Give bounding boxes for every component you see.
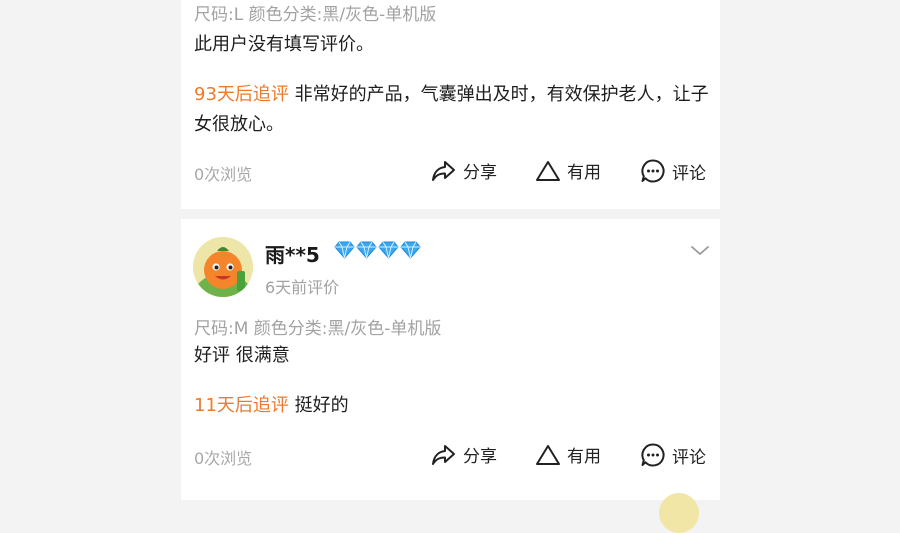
sku-info: 尺码:L 颜色分类:黑/灰色-单机版 bbox=[194, 5, 437, 25]
comment-label: 评论 bbox=[672, 163, 706, 184]
comment-button[interactable]: 评论 bbox=[640, 158, 706, 184]
useful-button[interactable]: 有用 bbox=[535, 442, 601, 467]
chevron-down-icon[interactable] bbox=[689, 243, 711, 262]
diamond-icon bbox=[334, 241, 355, 259]
triangle-icon bbox=[535, 443, 561, 467]
triangle-icon bbox=[535, 159, 561, 183]
view-count: 0次浏览 bbox=[194, 165, 253, 184]
comment-label: 评论 bbox=[672, 447, 706, 468]
review-card-2: 雨**5 6天前评价 尺码:M 颜色分类:黑/灰色-单机版 好评 很满意 11天… bbox=[181, 219, 720, 533]
diamond-icon bbox=[356, 241, 377, 259]
useful-label: 有用 bbox=[567, 447, 601, 467]
review-date: 6天前评价 bbox=[265, 278, 340, 297]
share-arrow-icon bbox=[431, 443, 457, 467]
sku-info: 尺码:M 颜色分类:黑/灰色-单机版 bbox=[194, 319, 442, 339]
review-card-1: 尺码:L 颜色分类:黑/灰色-单机版 此用户没有填写评价。 93天后追评 非常好… bbox=[181, 0, 720, 209]
view-count: 0次浏览 bbox=[194, 449, 253, 468]
speech-bubble-icon bbox=[640, 442, 666, 468]
share-button[interactable]: 分享 bbox=[431, 442, 497, 467]
next-review-avatar[interactable] bbox=[659, 493, 699, 533]
share-button[interactable]: 分享 bbox=[431, 158, 497, 183]
diamond-icon bbox=[400, 241, 421, 259]
comment-button[interactable]: 评论 bbox=[640, 442, 706, 468]
review-text: 好评 很满意 bbox=[194, 345, 290, 366]
diamond-icon bbox=[378, 241, 399, 259]
speech-bubble-icon bbox=[640, 158, 666, 184]
followup-review: 93天后追评 非常好的产品，气囊弹出及时，有效保护老人，让子女很放心。 bbox=[194, 80, 714, 140]
useful-button[interactable]: 有用 bbox=[535, 158, 601, 183]
followup-review: 11天后追评 挺好的 bbox=[194, 391, 349, 421]
diamond-badges bbox=[334, 241, 421, 259]
useful-label: 有用 bbox=[567, 163, 601, 183]
review-text: 此用户没有填写评价。 bbox=[194, 34, 374, 55]
followup-label: 11天后追评 bbox=[194, 395, 289, 416]
followup-label: 93天后追评 bbox=[194, 84, 289, 105]
share-arrow-icon bbox=[431, 159, 457, 183]
avatar[interactable] bbox=[193, 237, 253, 297]
followup-text: 挺好的 bbox=[288, 395, 349, 416]
share-label: 分享 bbox=[463, 163, 497, 183]
share-label: 分享 bbox=[463, 447, 497, 467]
username: 雨**5 bbox=[265, 243, 320, 267]
